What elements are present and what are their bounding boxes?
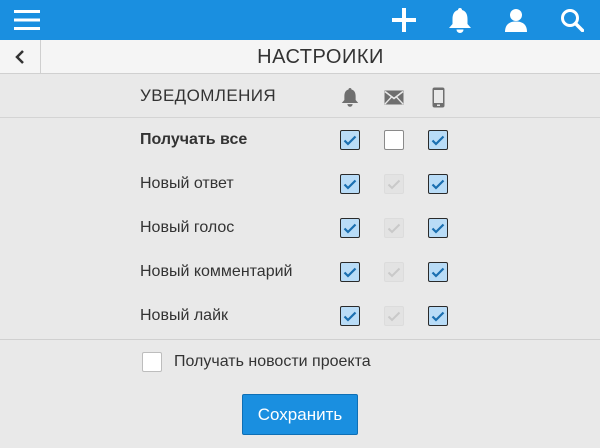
bell-icon — [340, 86, 360, 108]
phone-checkbox[interactable] — [428, 174, 448, 194]
mail-checkbox — [384, 174, 404, 194]
news-label: Получать новости проекта — [174, 353, 371, 370]
menu-icon[interactable] — [10, 0, 44, 40]
bell-checkbox[interactable] — [340, 262, 360, 282]
phone-checkbox[interactable] — [428, 262, 448, 282]
chevron-left-icon — [15, 50, 24, 64]
phone-icon — [428, 86, 448, 108]
mail-checkbox — [384, 306, 404, 326]
user-icon[interactable] — [500, 0, 532, 40]
mail-checkbox — [384, 262, 404, 282]
bell-checkbox[interactable] — [340, 174, 360, 194]
notifications-header: УВЕДОМЛЕНИЯ — [0, 74, 600, 118]
save-button[interactable]: Сохранить — [242, 394, 358, 435]
phone-checkbox[interactable] — [428, 130, 448, 150]
setting-row-new-vote: Новый голос — [0, 206, 600, 250]
divider — [0, 339, 600, 340]
search-icon[interactable] — [556, 0, 588, 40]
bell-checkbox[interactable] — [340, 218, 360, 238]
row-label: Получать все — [140, 131, 248, 148]
back-button[interactable] — [0, 40, 41, 74]
mail-checkbox[interactable] — [384, 130, 404, 150]
row-label: Новый ответ — [140, 175, 234, 192]
bell-icon[interactable] — [444, 0, 476, 40]
setting-row-new-like: Новый лайк — [0, 294, 600, 338]
title-bar: НАСТРОИКИ — [0, 40, 600, 74]
top-app-bar — [0, 0, 600, 40]
setting-row-new-comment: Новый комментарий — [0, 250, 600, 294]
bell-checkbox[interactable] — [340, 306, 360, 326]
phone-checkbox[interactable] — [428, 306, 448, 326]
mail-checkbox — [384, 218, 404, 238]
row-label: Новый голос — [140, 219, 235, 236]
bell-checkbox[interactable] — [340, 130, 360, 150]
page-title: НАСТРОИКИ — [257, 46, 384, 68]
section-title: УВЕДОМЛЕНИЯ — [140, 86, 277, 105]
plus-icon[interactable] — [388, 0, 420, 40]
setting-row-all: Получать все — [0, 118, 600, 162]
row-label: Новый лайк — [140, 307, 229, 324]
news-checkbox[interactable] — [142, 352, 162, 372]
row-label: Новый комментарий — [140, 263, 293, 280]
setting-row-new-reply: Новый ответ — [0, 162, 600, 206]
phone-checkbox[interactable] — [428, 218, 448, 238]
mail-icon — [384, 86, 404, 108]
